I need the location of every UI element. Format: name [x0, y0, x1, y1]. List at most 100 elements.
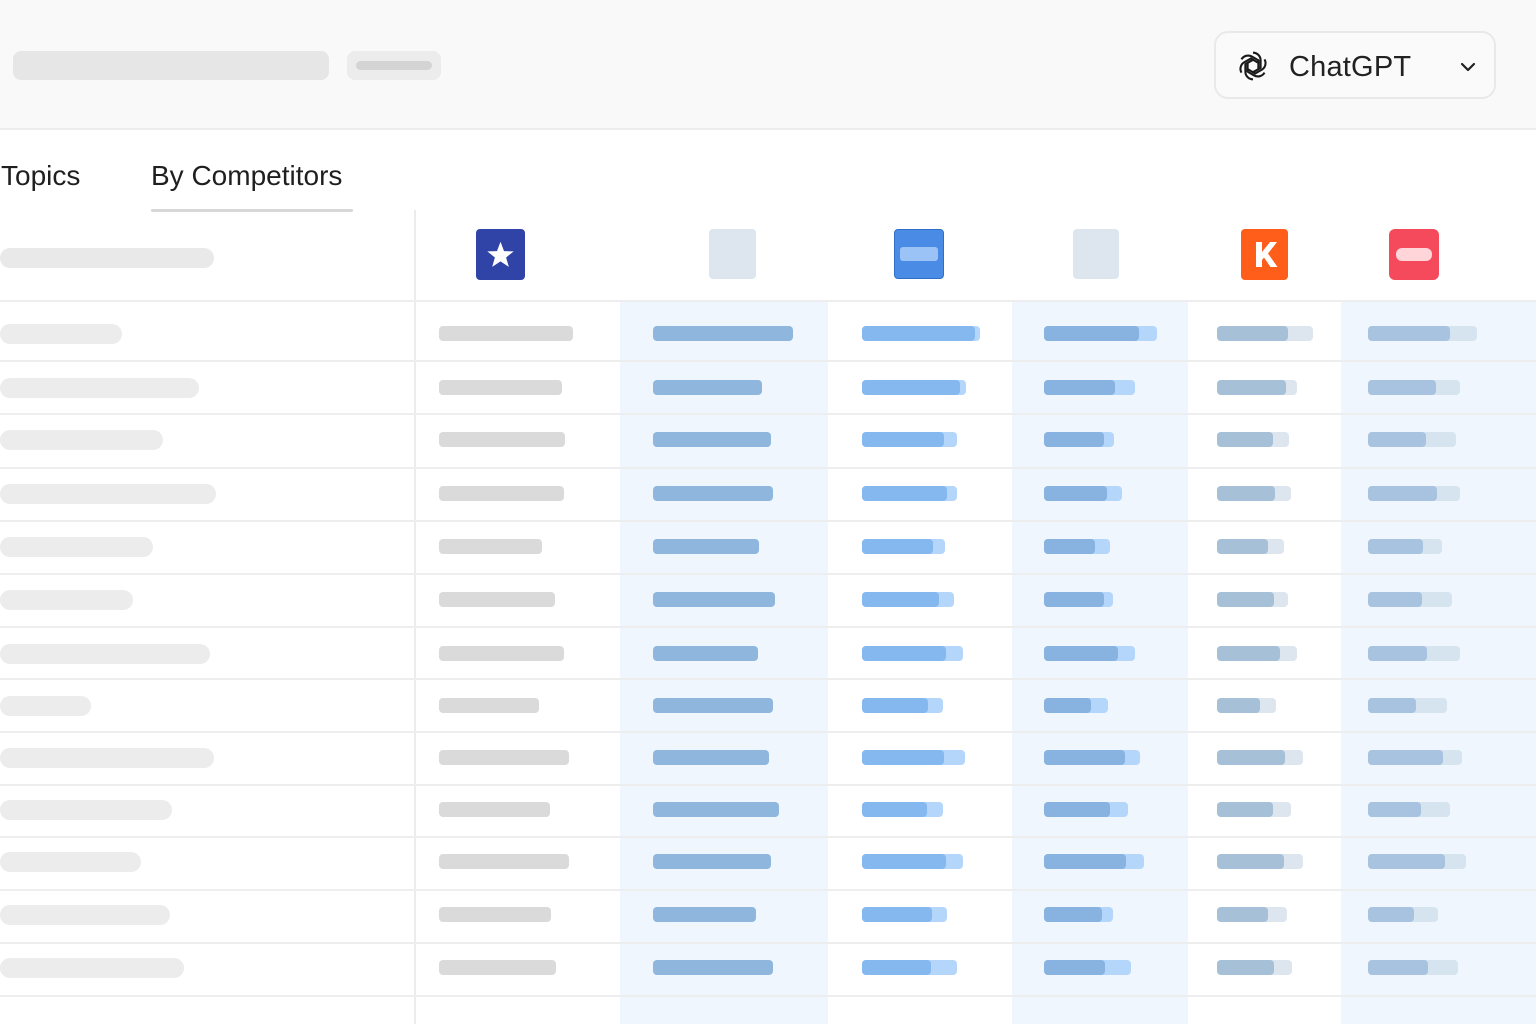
row-divider [0, 520, 1536, 522]
competitor-4-bar [1217, 326, 1288, 341]
competitor-1-bar [653, 432, 771, 447]
competitor-2-bar [862, 960, 931, 975]
star-glyph [487, 241, 514, 267]
row-divider [0, 626, 1536, 628]
column-divider [414, 210, 416, 1024]
competitor-2-bar [862, 592, 939, 607]
k-letter-logo-icon [1241, 229, 1288, 280]
row-label-placeholder [0, 484, 216, 504]
subtitle-badge-placeholder [347, 51, 441, 80]
competitor-1-bar [653, 380, 762, 395]
competitor-4-bar [1217, 592, 1274, 607]
row-divider [0, 942, 1536, 944]
row-label-placeholder [0, 590, 133, 610]
competitor-5-bar [1368, 646, 1427, 661]
competitor-1-bar [653, 326, 793, 341]
competitor-1-bar [653, 592, 775, 607]
competitor-5-bar [1368, 539, 1423, 554]
self-value-placeholder [439, 960, 556, 975]
competitor-5-bar [1368, 750, 1443, 765]
row-label-placeholder [0, 958, 184, 978]
competitor-1-bar [653, 486, 773, 501]
self-value-placeholder [439, 854, 569, 869]
row-divider [0, 995, 1536, 997]
competitor-1-bar [653, 539, 759, 554]
tab-by-competitors[interactable]: By Competitors [151, 160, 342, 192]
competitor-2-bar [862, 646, 946, 661]
k-glyph [1256, 242, 1278, 267]
model-selector-label: ChatGPT [1289, 51, 1412, 83]
competitor-2-bar [862, 907, 932, 922]
row-divider [0, 467, 1536, 469]
competitor-3-bar [1044, 854, 1126, 869]
self-value-placeholder [439, 486, 564, 501]
competitor-3-bar [1044, 802, 1110, 817]
competitor-4-bar [1217, 960, 1274, 975]
row-label-placeholder [0, 378, 199, 398]
competitor-4-bar [1217, 802, 1273, 817]
row-divider [0, 731, 1536, 733]
competitor-4-bar [1217, 432, 1273, 447]
openai-logo-icon [1239, 51, 1267, 81]
model-selector-dropdown[interactable]: ChatGPT [1214, 31, 1496, 99]
competitor-3-bar [1044, 960, 1105, 975]
competitor-3-bar [1044, 646, 1118, 661]
row-label-placeholder [0, 696, 91, 716]
row-label-placeholder [0, 324, 122, 344]
competitor-4-bar [1217, 646, 1280, 661]
competitor-4-bar [1217, 854, 1284, 869]
competitor-3-bar [1044, 698, 1091, 713]
row-divider [0, 784, 1536, 786]
competitor-5-bar [1368, 486, 1437, 501]
badge-inner-placeholder [356, 61, 432, 70]
competitor-2-bar [862, 380, 960, 395]
placeholder-logo-icon [709, 229, 756, 279]
competitor-4-bar [1217, 907, 1268, 922]
self-value-placeholder [439, 802, 550, 817]
competitor-5-bar [1368, 854, 1445, 869]
row-label-placeholder [0, 430, 163, 450]
row-label-placeholder [0, 537, 153, 557]
competitor-5-bar [1368, 326, 1450, 341]
competitor-2-bar [862, 486, 947, 501]
row-divider [0, 836, 1536, 838]
competitor-5-bar [1368, 432, 1426, 447]
row-label-placeholder [0, 748, 214, 768]
competitor-1-bar [653, 750, 769, 765]
self-value-placeholder [439, 326, 573, 341]
competitor-3-bar [1044, 432, 1104, 447]
placeholder-logo-icon [1073, 229, 1119, 279]
competitor-3-bar [1044, 907, 1102, 922]
competitor-3-bar [1044, 486, 1107, 501]
competitor-4-bar [1217, 750, 1285, 765]
competitor-5-bar [1368, 802, 1421, 817]
row-divider [0, 300, 1536, 302]
competitor-5-bar [1368, 698, 1416, 713]
row-divider [0, 573, 1536, 575]
competitor-1-bar [653, 960, 773, 975]
competitor-5-bar [1368, 907, 1414, 922]
chevron-down-icon[interactable] [1458, 57, 1478, 77]
column-header-placeholder [0, 248, 214, 268]
self-value-placeholder [439, 432, 565, 447]
self-value-placeholder [439, 698, 539, 713]
competitor-1-bar [653, 646, 758, 661]
tab-topics[interactable]: Topics [1, 160, 80, 192]
competitor-3-bar [1044, 750, 1125, 765]
competitor-2-bar [862, 698, 928, 713]
competitor-2-bar [862, 854, 946, 869]
competitor-4-bar [1217, 486, 1275, 501]
blue-badge-inner [900, 247, 938, 261]
competitor-4-bar [1217, 380, 1286, 395]
competitor-5-bar [1368, 380, 1436, 395]
page-title-placeholder [13, 51, 329, 80]
self-value-placeholder [439, 750, 569, 765]
self-value-placeholder [439, 646, 564, 661]
red-badge-inner [1396, 248, 1432, 261]
competitor-2-bar [862, 802, 927, 817]
competitor-5-bar [1368, 592, 1422, 607]
self-value-placeholder [439, 907, 551, 922]
row-divider [0, 889, 1536, 891]
self-value-placeholder [439, 380, 562, 395]
row-divider [0, 678, 1536, 680]
